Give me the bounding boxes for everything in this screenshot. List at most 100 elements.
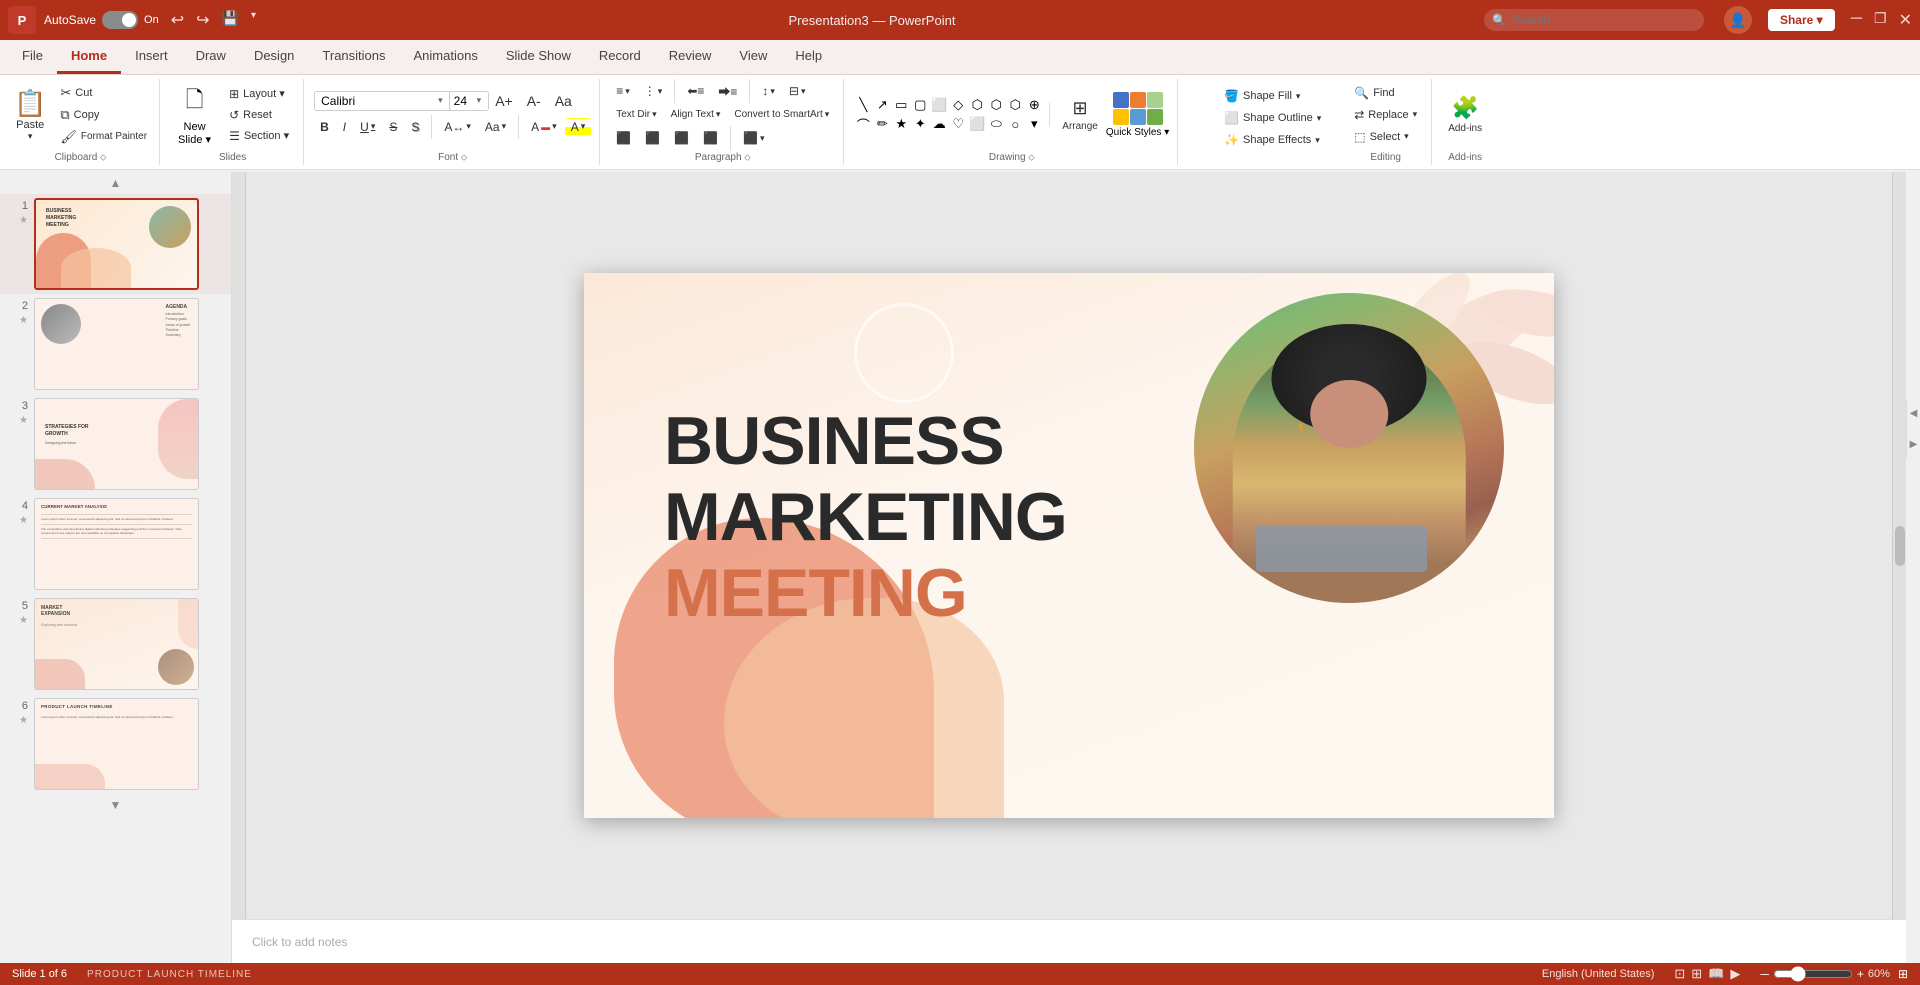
slide-thumb-4[interactable]: 4 ★ CURRENT MARKET ANALYSIS Lorem ipsum … <box>0 494 231 594</box>
shape-rect3[interactable]: ⬜ <box>930 96 948 114</box>
shape-more[interactable]: ⊕ <box>1025 96 1043 114</box>
shape-arrow[interactable]: ↗ <box>873 96 891 114</box>
tab-review[interactable]: Review <box>655 40 726 74</box>
tab-home[interactable]: Home <box>57 40 121 74</box>
shape-star2[interactable]: ✦ <box>911 115 929 133</box>
slide-thumb-5[interactable]: 5 ★ MARKETEXPANSION Exploring new horizo… <box>0 594 231 694</box>
slides-scroll-down[interactable]: ▼ <box>0 794 231 816</box>
restore-button[interactable]: ❐ <box>1874 10 1887 30</box>
save-button[interactable]: 💾 <box>218 8 243 32</box>
tab-slideshow[interactable]: Slide Show <box>492 40 585 74</box>
layout-button[interactable]: ⊞Layout ▾ <box>223 85 295 103</box>
slide-thumb-6[interactable]: 6 ★ PRODUCT LAUNCH TIMELINE Lorem ipsum … <box>0 694 231 794</box>
align-right-button[interactable]: ⬛ <box>668 129 695 147</box>
font-color-button[interactable]: A▬▾ <box>525 118 563 136</box>
slideshow-button[interactable]: ▶ <box>1730 966 1740 982</box>
character-spacing-button[interactable]: A↔▾ <box>438 118 477 136</box>
tab-animations[interactable]: Animations <box>400 40 492 74</box>
shape-effects-button[interactable]: ✨Shape Effects▾ <box>1218 131 1327 149</box>
share-button[interactable]: Share ▾ <box>1768 9 1835 31</box>
cut-button[interactable]: ✂Cut <box>54 83 153 103</box>
tab-insert[interactable]: Insert <box>121 40 182 74</box>
close-button[interactable]: ✕ <box>1899 10 1912 30</box>
new-slide-button[interactable]: 🗋 New Slide ▾ <box>170 79 219 150</box>
redo-button[interactable]: ↪ <box>192 8 213 32</box>
justify-button[interactable]: ⬛ <box>697 129 724 147</box>
tab-record[interactable]: Record <box>585 40 655 74</box>
align-center-button[interactable]: ⬛ <box>639 129 666 147</box>
reading-view-button[interactable]: 📖 <box>1708 966 1724 982</box>
slide-thumb-3[interactable]: 3 ★ STRATEGIES FORGROWTH Designing the f… <box>0 394 231 494</box>
tab-help[interactable]: Help <box>781 40 836 74</box>
font-decrease-button[interactable]: A- <box>521 91 547 111</box>
indent-increase-button[interactable]: ⮕≡ <box>712 81 743 102</box>
replace-button[interactable]: ⇄Replace▾ <box>1348 106 1423 124</box>
tab-design[interactable]: Design <box>240 40 308 74</box>
align-left-button[interactable]: ⬛ <box>610 129 637 147</box>
shape-curve[interactable]: ⌒ <box>854 115 872 133</box>
search-input[interactable] <box>1484 9 1704 31</box>
shadow-button[interactable]: S <box>405 118 425 136</box>
shapes-scroll[interactable]: ▾ <box>1025 115 1043 133</box>
copy-button[interactable]: ⧉Copy <box>54 105 153 125</box>
profile-icon[interactable]: 👤 <box>1724 6 1752 34</box>
tab-view[interactable]: View <box>725 40 781 74</box>
font-increase-button[interactable]: A+ <box>489 91 519 111</box>
notes-bar[interactable]: Click to add notes <box>232 919 1906 963</box>
clear-format-button[interactable]: Aa <box>549 91 578 111</box>
autosave-toggle[interactable] <box>102 11 138 29</box>
font-size-input[interactable] <box>449 91 489 111</box>
zoom-out-button[interactable]: ─ <box>1760 967 1769 981</box>
quick-access-button[interactable]: ▾ <box>247 8 260 32</box>
slide-sorter-button[interactable]: ⊞ <box>1691 966 1702 982</box>
format-painter-button[interactable]: 🖌Format Painter <box>54 127 153 147</box>
shape-block[interactable]: ⬜ <box>968 115 986 133</box>
slides-scroll-up[interactable]: ▲ <box>0 172 231 194</box>
zoom-in-button[interactable]: + <box>1857 967 1864 981</box>
shape-cloud[interactable]: ☁ <box>930 115 948 133</box>
slide-canvas-area[interactable]: BUSINESS MARKETING MEETING <box>232 172 1906 919</box>
highlight-button[interactable]: A▾ <box>565 118 592 136</box>
fit-slide-button[interactable]: ⊞ <box>1898 967 1908 981</box>
tab-draw[interactable]: Draw <box>182 40 240 74</box>
section-button[interactable]: ☰Section ▾ <box>223 127 295 145</box>
normal-view-button[interactable]: ⊡ <box>1674 966 1685 982</box>
select-button[interactable]: ⬚Select▾ <box>1348 128 1423 146</box>
shape-star[interactable]: ★ <box>892 115 910 133</box>
shape-rect2[interactable]: ▢ <box>911 96 929 114</box>
slide-thumb-1[interactable]: 1 ★ BUSINESS MARKETING MEETING <box>0 194 231 294</box>
shape-hex[interactable]: ⬡ <box>987 96 1005 114</box>
columns-button[interactable]: ⊟▾ <box>783 82 812 100</box>
bold-button[interactable]: B <box>314 118 335 136</box>
quick-styles-button[interactable] <box>1113 92 1163 125</box>
tab-file[interactable]: File <box>8 40 57 74</box>
paste-button[interactable]: 📋 Paste ▾ <box>8 86 52 144</box>
indent-decrease-button[interactable]: ⬅≡ <box>681 82 710 100</box>
align-text-button[interactable]: Align Text▾ <box>665 107 727 122</box>
shape-oval[interactable]: ⬭ <box>987 115 1005 133</box>
strikethrough-button[interactable]: S <box>383 118 403 136</box>
undo-button[interactable]: ↩ <box>167 8 188 32</box>
font-name-input[interactable] <box>314 91 454 111</box>
shape-trap[interactable]: ⬡ <box>968 96 986 114</box>
shape-oct[interactable]: ⬡ <box>1006 96 1024 114</box>
minimize-button[interactable]: ─ <box>1851 10 1862 30</box>
collapse-right-button[interactable]: ◀ <box>1910 408 1918 419</box>
shape-ellipse[interactable]: ○ <box>1006 115 1024 133</box>
underline-button[interactable]: U▾ <box>354 118 381 136</box>
zoom-slider[interactable] <box>1773 966 1853 982</box>
shape-fill-button[interactable]: 🪣Shape Fill▾ <box>1218 87 1327 105</box>
expand-right-button[interactable]: ▶ <box>1910 439 1918 450</box>
search-area[interactable]: 🔍 <box>1484 9 1704 31</box>
arrange-button[interactable]: ⊞ Arrange <box>1056 94 1104 136</box>
vert-align-button[interactable]: ⬛▾ <box>737 129 770 147</box>
shape-heart[interactable]: ♡ <box>949 115 967 133</box>
convert-smartart-button[interactable]: Convert to SmartArt▾ <box>728 107 835 122</box>
bullets-button[interactable]: ≡▾ <box>610 82 636 100</box>
change-case-button[interactable]: Aa▾ <box>479 118 512 136</box>
slide-thumb-2[interactable]: 2 ★ AGENDA IntroductionPrimary goalsArea… <box>0 294 231 394</box>
reset-button[interactable]: ↺Reset <box>223 106 295 124</box>
slide-canvas[interactable]: BUSINESS MARKETING MEETING <box>584 273 1554 818</box>
tab-transitions[interactable]: Transitions <box>308 40 399 74</box>
find-button[interactable]: 🔍Find <box>1348 84 1423 102</box>
